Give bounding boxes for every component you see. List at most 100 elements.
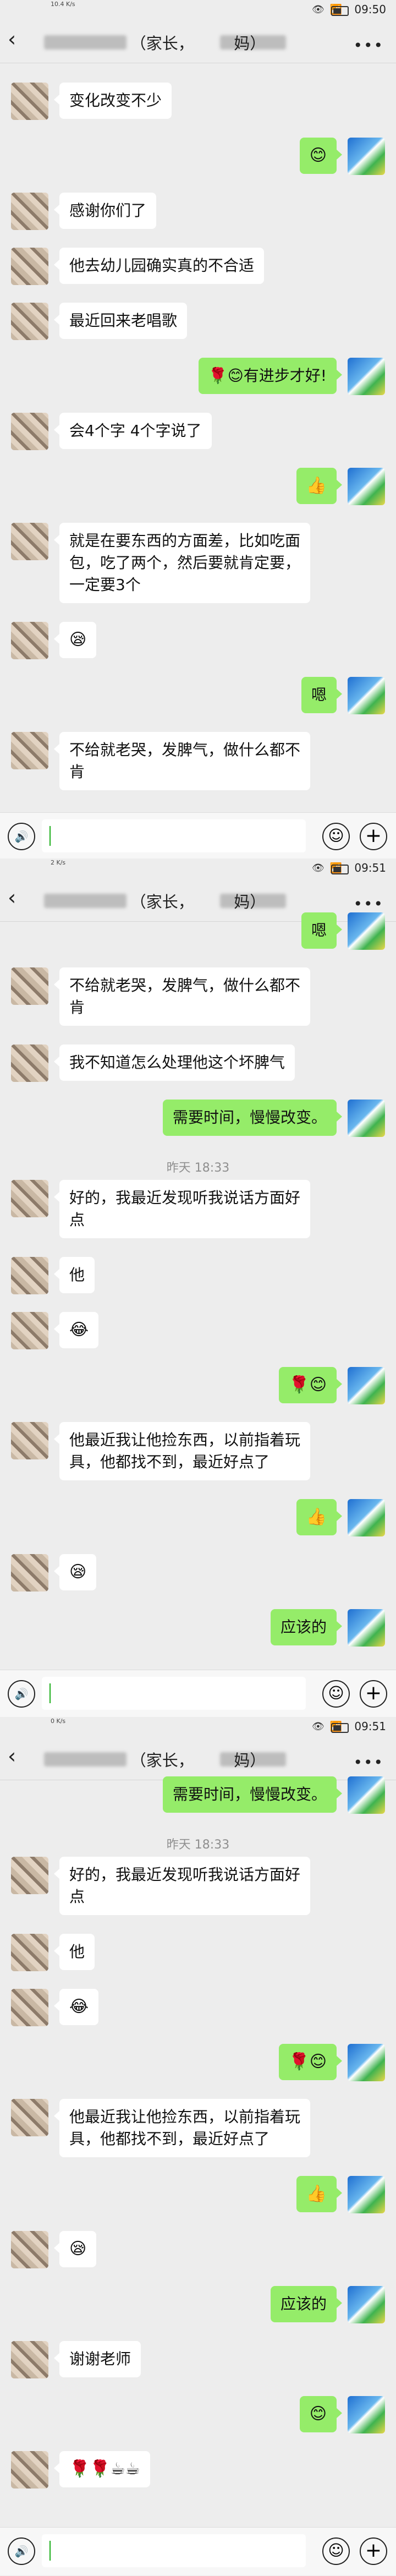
avatar[interactable]	[11, 1044, 48, 1082]
more-menu-icon[interactable]: •••	[353, 36, 384, 54]
avatar[interactable]	[11, 2451, 48, 2489]
incoming-message[interactable]: 就是在要东西的方面差，比如吃面 包，吃了两个，然后要就肯定要， 一定要3个	[53, 523, 311, 603]
outgoing-message[interactable]: 🌹😊	[279, 2044, 342, 2080]
incoming-message[interactable]: 我不知道怎么处理他这个坏脾气	[53, 1044, 295, 1081]
incoming-message[interactable]: 😪	[53, 622, 97, 658]
avatar[interactable]	[348, 677, 385, 714]
message-row: 😪	[0, 1554, 396, 1591]
message-input[interactable]	[42, 1677, 306, 1710]
message-input[interactable]	[42, 819, 306, 852]
message-row: 👍	[0, 2176, 396, 2213]
incoming-message[interactable]: 🌹🌹☕☕	[54, 2451, 150, 2487]
plus-icon[interactable]: +	[360, 823, 387, 850]
message-row: 好的，我最近发现听我说话方面好 点	[0, 1180, 396, 1238]
incoming-message[interactable]: 😪	[53, 2231, 97, 2267]
avatar[interactable]	[11, 413, 48, 450]
avatar[interactable]	[348, 358, 385, 395]
avatar[interactable]	[11, 2341, 48, 2378]
avatar[interactable]	[348, 1776, 385, 1814]
incoming-message[interactable]: 不给就老哭，发脾气，做什么都不 肯	[53, 732, 311, 790]
outgoing-message[interactable]: 🌹😊	[279, 1367, 342, 1403]
incoming-message[interactable]: 他最近我让他捡东西，以前指着玩 具，他都找不到，最近好点了	[53, 2099, 311, 2157]
incoming-message[interactable]: 变化改变不少	[53, 83, 172, 119]
incoming-message[interactable]: 😂	[53, 1312, 99, 1348]
message-row: 他最近我让他捡东西，以前指着玩 具，他都找不到，最近好点了	[0, 2099, 396, 2157]
avatar[interactable]	[348, 2176, 385, 2213]
incoming-message[interactable]: 会4个字 4个字说了	[54, 413, 212, 449]
chat-title: （家长， 妈）	[130, 1751, 266, 1770]
incoming-message[interactable]: 不给就老哭，发脾气，做什么都不 肯	[53, 967, 311, 1026]
voice-icon[interactable]: 🔊	[8, 2537, 35, 2565]
message-input[interactable]	[42, 2534, 306, 2567]
emoji-icon[interactable]: ☺	[322, 823, 350, 850]
outgoing-message[interactable]: 👍	[296, 2176, 343, 2212]
message-row: 🌹😊	[0, 2044, 396, 2081]
incoming-message[interactable]: 他	[53, 1934, 95, 1970]
incoming-message[interactable]: 好的，我最近发现听我说话方面好 点	[53, 1180, 311, 1238]
outgoing-message[interactable]: 🌹😊有进步才好!	[198, 358, 343, 394]
emoji-icon[interactable]: ☺	[322, 2537, 350, 2565]
avatar[interactable]	[348, 2396, 385, 2433]
voice-icon[interactable]: 🔊	[8, 1680, 35, 1708]
incoming-message[interactable]: 他最近我让他捡东西，以前指着玩 具，他都找不到，最近好点了	[53, 1422, 311, 1480]
avatar[interactable]	[348, 1609, 385, 1647]
avatar[interactable]	[11, 523, 48, 560]
avatar[interactable]	[348, 2044, 385, 2081]
text-caret	[50, 2541, 51, 2561]
avatar[interactable]	[348, 1367, 385, 1404]
incoming-message[interactable]: 😂	[53, 1989, 99, 2025]
outgoing-message[interactable]: 需要时间，慢慢改变。	[162, 1776, 343, 1813]
outgoing-message[interactable]: 😊	[299, 138, 343, 174]
avatar[interactable]	[348, 1100, 385, 1137]
avatar[interactable]	[348, 2286, 385, 2323]
more-menu-icon[interactable]: •••	[353, 1753, 384, 1771]
avatar[interactable]	[11, 193, 48, 230]
outgoing-message[interactable]: 应该的	[270, 2286, 343, 2322]
avatar[interactable]	[11, 622, 48, 659]
incoming-message[interactable]: 好的，我最近发现听我说话方面好 点	[53, 1857, 311, 1915]
avatar[interactable]	[11, 2099, 48, 2136]
outgoing-message[interactable]: 👍	[296, 468, 343, 504]
avatar[interactable]	[11, 967, 48, 1005]
incoming-message[interactable]: 他	[53, 1257, 95, 1293]
avatar[interactable]	[11, 1257, 48, 1294]
avatar[interactable]	[11, 2231, 48, 2268]
avatar[interactable]	[11, 1312, 48, 1349]
incoming-message[interactable]: 最近回来老唱歌	[53, 303, 188, 339]
time-separator: 昨天 18:33	[166, 1838, 230, 1852]
avatar[interactable]	[11, 1857, 48, 1894]
battery-icon	[331, 1723, 349, 1733]
avatar[interactable]	[11, 303, 48, 340]
avatar[interactable]	[11, 248, 48, 285]
voice-icon[interactable]: 🔊	[8, 823, 35, 850]
avatar[interactable]	[11, 1422, 48, 1459]
emoji-icon[interactable]: ☺	[322, 1680, 350, 1708]
plus-icon[interactable]: +	[360, 1680, 387, 1708]
more-menu-icon[interactable]: •••	[353, 895, 384, 913]
avatar[interactable]	[11, 83, 48, 120]
outgoing-message[interactable]: 需要时间，慢慢改变。	[162, 1100, 343, 1136]
battery-icon	[331, 865, 349, 874]
avatar[interactable]	[348, 138, 385, 175]
outgoing-message[interactable]: 😊	[299, 2396, 343, 2432]
message-row: 最近回来老唱歌	[0, 303, 396, 340]
plus-icon[interactable]: +	[360, 2537, 387, 2565]
avatar[interactable]	[11, 1180, 48, 1217]
avatar[interactable]	[348, 912, 385, 950]
incoming-message[interactable]: 感谢你们了	[53, 193, 157, 229]
outgoing-message[interactable]: 嗯	[301, 677, 343, 713]
message-row: 😊	[0, 2396, 396, 2433]
incoming-message[interactable]: 他去幼儿园确实真的不合适	[53, 248, 265, 284]
status-bar: 10.4 K/s 👁 📶 09:50	[0, 0, 396, 20]
avatar[interactable]	[348, 468, 385, 505]
avatar[interactable]	[11, 1934, 48, 1971]
incoming-message[interactable]: 😪	[53, 1554, 97, 1590]
avatar[interactable]	[348, 1499, 385, 1536]
outgoing-message[interactable]: 👍	[296, 1499, 343, 1535]
avatar[interactable]	[11, 732, 48, 769]
outgoing-message[interactable]: 嗯	[301, 912, 343, 949]
incoming-message[interactable]: 谢谢老师	[53, 2341, 141, 2377]
avatar[interactable]	[11, 1989, 48, 2026]
outgoing-message[interactable]: 应该的	[270, 1609, 343, 1645]
avatar[interactable]	[11, 1554, 48, 1591]
